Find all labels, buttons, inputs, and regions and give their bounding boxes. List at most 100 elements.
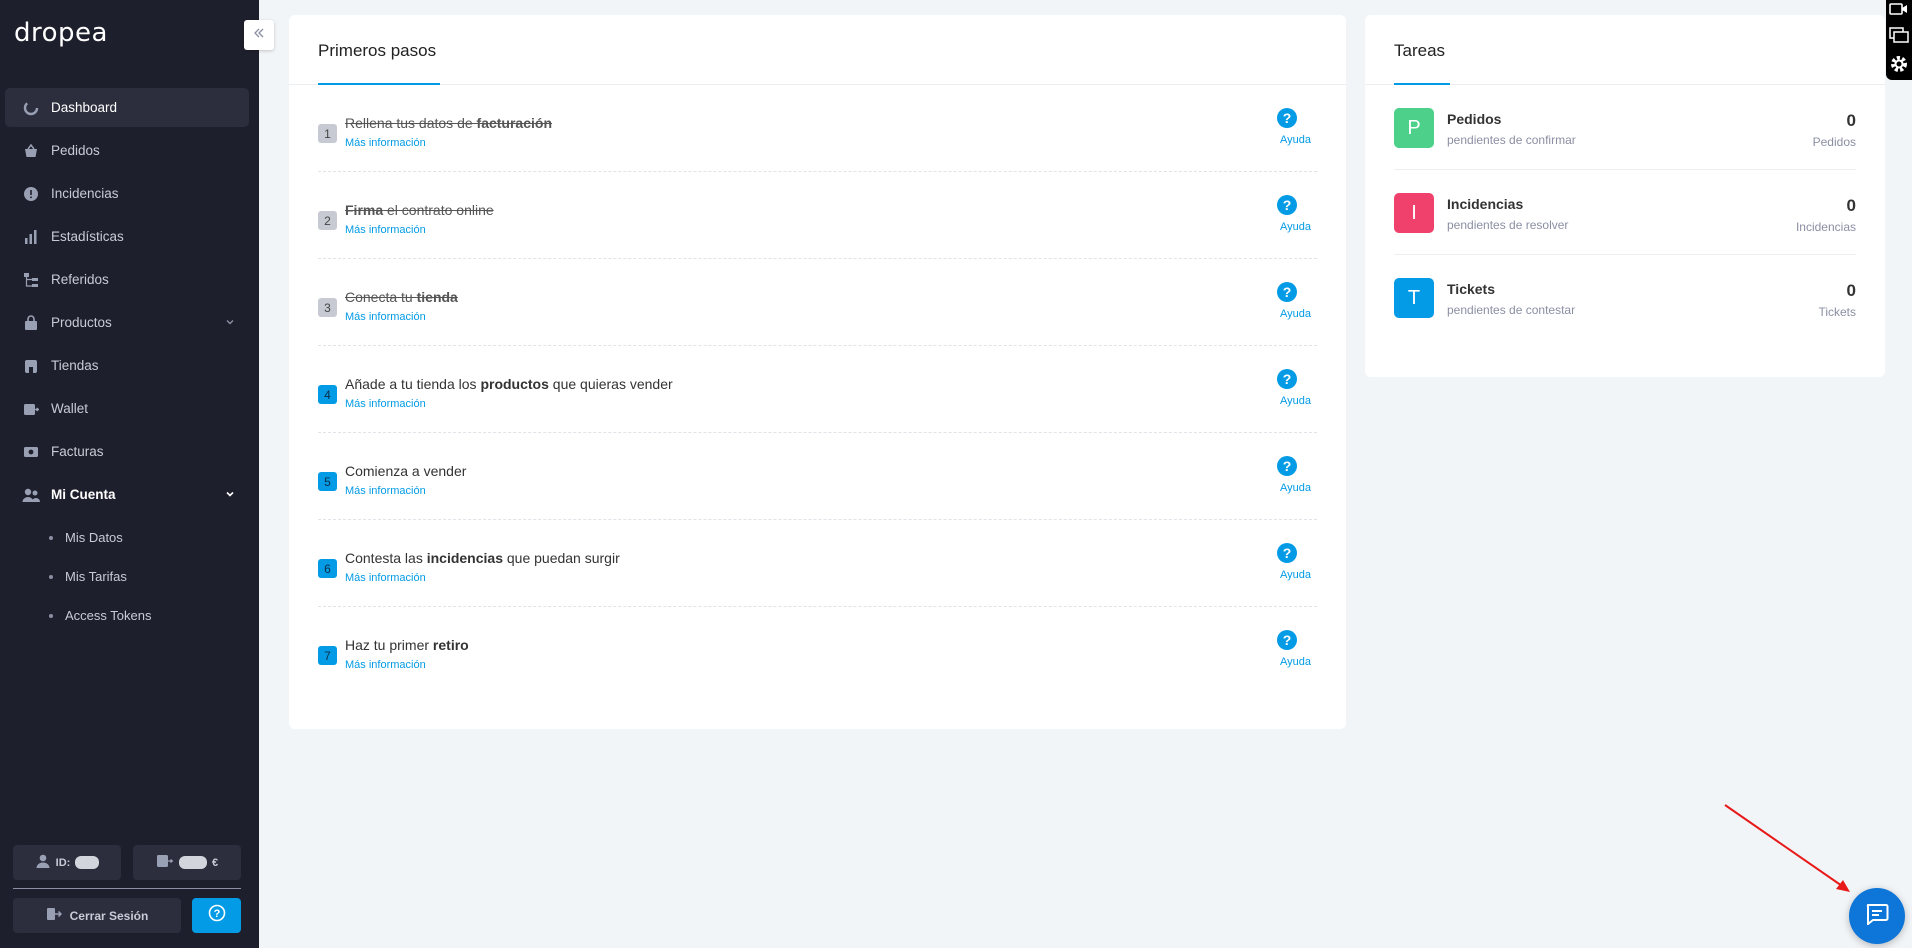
question-icon: ? — [208, 904, 226, 927]
chevron-down-icon — [225, 315, 235, 330]
collapse-sidebar-button[interactable] — [244, 20, 274, 50]
card-title-text: Tareas — [1394, 41, 1446, 60]
sidebar-item-wallet[interactable]: Wallet — [5, 389, 249, 428]
task-incidencias[interactable]: I Incidencias pendientes de resolver 0 I… — [1394, 170, 1856, 255]
card-title-text: Primeros pasos — [318, 41, 437, 60]
subitem-mis-datos[interactable]: Mis Datos — [5, 518, 249, 557]
task-title: Tickets — [1447, 281, 1495, 297]
step-item: 3 Conecta tu tienda Más información ? Ay… — [318, 259, 1317, 346]
help-link[interactable]: ? Ayuda — [1257, 108, 1317, 146]
sidebar-item-mi-cuenta[interactable]: Mi Cuenta — [5, 475, 249, 514]
sidebar-item-referidos[interactable]: Referidos — [5, 260, 249, 299]
step-number: 7 — [318, 646, 337, 665]
help-link[interactable]: ? Ayuda — [1257, 369, 1317, 407]
step-text-bold: retiro — [432, 637, 469, 653]
chat-button[interactable] — [1849, 888, 1905, 944]
step-text-pre: Haz tu primer — [345, 637, 433, 653]
step-number: 6 — [318, 559, 337, 578]
sidebar-item-label: Mi Cuenta — [51, 487, 116, 502]
gear-icon[interactable] — [1889, 54, 1909, 79]
step-text-bold: productos — [480, 376, 549, 392]
task-subtitle: pendientes de contestar — [1447, 303, 1576, 317]
help-link[interactable]: ? Ayuda — [1257, 282, 1317, 320]
sidebar-item-facturas[interactable]: Facturas — [5, 432, 249, 471]
help-link[interactable]: ? Ayuda — [1257, 195, 1317, 233]
sidebar-item-dashboard[interactable]: Dashboard — [5, 88, 249, 127]
more-info-link[interactable]: Más información — [345, 659, 426, 671]
help-link[interactable]: ? Ayuda — [1257, 543, 1317, 581]
step-text-post: que puedan surgir — [502, 550, 620, 566]
svg-text:?: ? — [1283, 371, 1292, 387]
help-label: Ayuda — [1280, 221, 1311, 233]
help-button[interactable]: ? — [192, 898, 241, 933]
task-subtitle: pendientes de resolver — [1447, 218, 1569, 232]
stats-icon — [22, 228, 40, 246]
help-link[interactable]: ? Ayuda — [1257, 630, 1317, 668]
camera-icon[interactable] — [1889, 2, 1909, 21]
sidebar-item-estadisticas[interactable]: Estadísticas — [5, 217, 249, 256]
task-badge: I — [1394, 193, 1434, 233]
dashboard-icon — [22, 99, 40, 117]
help-label: Ayuda — [1280, 569, 1311, 581]
more-info-link[interactable]: Más información — [345, 398, 426, 410]
sidebar-item-tiendas[interactable]: Tiendas — [5, 346, 249, 385]
help-link[interactable]: ? Ayuda — [1257, 456, 1317, 494]
task-count: 0 — [1846, 196, 1856, 215]
user-id-badge: ID: — [13, 845, 121, 880]
steps-list: 1 Rellena tus datos de facturación Más i… — [289, 85, 1346, 694]
task-unit: Pedidos — [1812, 135, 1856, 149]
store-icon — [22, 357, 40, 375]
sidebar-divider — [13, 888, 241, 889]
wallet-icon — [156, 853, 174, 872]
wallet-balance-badge: € — [133, 845, 241, 880]
help-label: Ayuda — [1280, 656, 1311, 668]
task-pedidos[interactable]: P Pedidos pendientes de confirmar 0 Pedi… — [1394, 85, 1856, 170]
sidebar-item-label: Facturas — [51, 444, 104, 459]
task-count: 0 — [1846, 111, 1856, 130]
bag-icon — [22, 314, 40, 332]
more-info-link[interactable]: Más información — [345, 224, 426, 236]
step-text: Contesta las incidencias que puedan surg… — [345, 550, 620, 566]
tasks-list: P Pedidos pendientes de confirmar 0 Pedi… — [1365, 85, 1885, 340]
more-info-link[interactable]: Más información — [345, 572, 426, 584]
windows-icon[interactable] — [1889, 27, 1909, 48]
more-info-link[interactable]: Más información — [345, 137, 426, 149]
sidebar-item-pedidos[interactable]: Pedidos — [5, 131, 249, 170]
more-info-link[interactable]: Más información — [345, 311, 426, 323]
svg-text:?: ? — [1283, 545, 1292, 561]
user-icon — [35, 853, 51, 872]
dropea-logo[interactable]: dropea — [14, 18, 108, 48]
sidebar-item-label: Wallet — [51, 401, 89, 416]
sidebar-item-label: Estadísticas — [51, 229, 124, 244]
question-circle-icon: ? — [1277, 108, 1297, 128]
redacted-id — [75, 856, 100, 869]
redacted-balance — [178, 856, 207, 869]
subitem-access-tokens[interactable]: Access Tokens — [5, 596, 249, 635]
invoice-icon — [22, 443, 40, 461]
subitem-mis-tarifas[interactable]: Mis Tarifas — [5, 557, 249, 596]
sidebar-nav: Dashboard Pedidos Incidencias Estadístic… — [5, 88, 249, 635]
chevron-down-icon — [225, 487, 235, 502]
step-number: 5 — [318, 472, 337, 491]
screen-tools-bar — [1886, 0, 1912, 80]
step-text-pre: Comienza a vender — [345, 463, 467, 479]
task-tickets[interactable]: T Tickets pendientes de contestar 0 Tick… — [1394, 255, 1856, 340]
step-text-post: el contrato online — [383, 202, 494, 218]
more-info-link[interactable]: Más información — [345, 485, 426, 497]
task-badge: P — [1394, 108, 1434, 148]
task-title: Incidencias — [1447, 196, 1524, 212]
step-text-pre: Rellena tus datos de — [345, 115, 477, 131]
basket-icon — [22, 142, 40, 160]
step-text-bold: Firma — [345, 202, 384, 218]
sidebar-item-productos[interactable]: Productos — [5, 303, 249, 342]
svg-text:?: ? — [213, 908, 220, 920]
sidebar: dropea Dashboard Pedidos Incidencias Est… — [0, 0, 259, 948]
currency-symbol: € — [211, 856, 219, 869]
step-text: Añade a tu tienda los productos que quie… — [345, 376, 673, 392]
sidebar-item-incidencias[interactable]: Incidencias — [5, 174, 249, 213]
logout-button[interactable]: Cerrar Sesión — [13, 898, 181, 933]
sidebar-item-label: Incidencias — [51, 186, 119, 201]
question-circle-icon: ? — [1277, 630, 1297, 650]
help-label: Ayuda — [1280, 395, 1311, 407]
subitem-label: Access Tokens — [65, 608, 152, 623]
